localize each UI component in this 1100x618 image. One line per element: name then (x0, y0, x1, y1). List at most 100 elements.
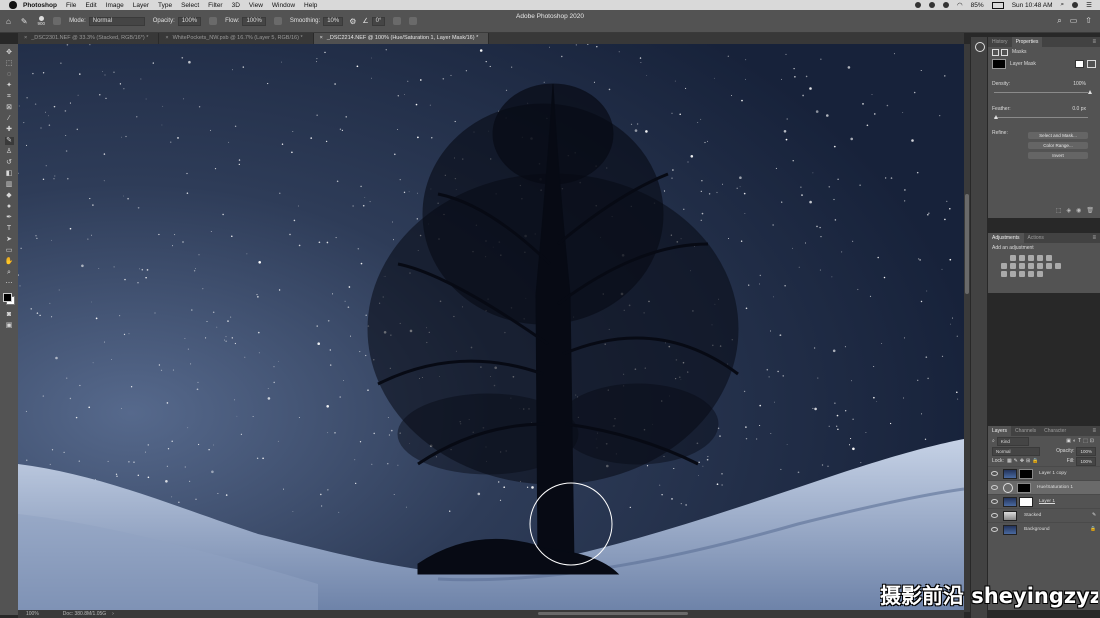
vertical-scrollbar[interactable] (964, 44, 970, 612)
menu-edit[interactable]: Edit (85, 2, 96, 9)
visibility-eye-icon[interactable] (991, 527, 998, 532)
dodge-tool-icon[interactable]: ● (5, 203, 14, 211)
color-balance-icon[interactable] (1010, 263, 1016, 269)
invert-icon[interactable] (1001, 271, 1007, 277)
foreground-color-swatch[interactable] (3, 293, 12, 302)
symmetry-icon[interactable] (409, 17, 418, 25)
layer-mask-thumbnail[interactable] (1019, 468, 1033, 479)
eyedropper-tool-icon[interactable]: ⁄ (5, 115, 14, 123)
filter-search-icon[interactable]: ⌕ (992, 438, 995, 444)
density-value[interactable]: 100% (1073, 81, 1086, 87)
stamp-tool-icon[interactable]: ♙ (5, 148, 14, 156)
home-icon[interactable]: ⌂ (6, 17, 11, 26)
layer-name[interactable]: Layer 1 copy (1039, 471, 1066, 476)
type-tool-icon[interactable]: T (5, 225, 14, 233)
control-icon[interactable]: ☰ (1086, 1, 1092, 9)
select-and-mask-button[interactable]: Select and Mask... (1028, 132, 1088, 139)
screen-mode-icon[interactable]: ▣ (5, 322, 14, 330)
scroll-thumb[interactable] (965, 194, 969, 294)
pressure-size-icon[interactable] (393, 17, 402, 25)
menu-type[interactable]: Type (158, 2, 172, 9)
color-lookup-icon[interactable] (1046, 263, 1052, 269)
blend-mode-select[interactable]: Normal (992, 446, 1040, 456)
panel-menu-icon[interactable]: ≡ (1092, 235, 1096, 241)
smoothing-field[interactable]: 10% (323, 16, 344, 26)
brush-tool-icon[interactable]: ✎ (21, 17, 28, 26)
status-icon-2[interactable] (929, 2, 935, 8)
shape-tool-icon[interactable]: ▭ (5, 247, 14, 255)
smoothing-gear-icon[interactable]: ⚙ (349, 17, 356, 26)
brush-tool-icon[interactable]: ✎ (4, 136, 14, 145)
layer-row[interactable]: Stacked ✎ (988, 508, 1100, 522)
clock[interactable]: Sun 10:48 AM (1012, 2, 1053, 9)
layer-name[interactable]: Background (1024, 527, 1050, 532)
curves-icon[interactable] (1028, 255, 1034, 261)
layer-name[interactable]: Stacked (1024, 513, 1041, 518)
search-icon[interactable]: ⌕ (1057, 16, 1061, 26)
tab-properties[interactable]: Properties (1011, 37, 1043, 47)
tab-layers[interactable]: Layers (988, 426, 1012, 436)
tab-adjustments[interactable]: Adjustments (988, 233, 1024, 243)
status-icon-1[interactable] (915, 2, 921, 8)
add-vector-mask-icon[interactable] (1087, 60, 1096, 68)
layer-row[interactable]: Layer 1 copy (988, 466, 1100, 480)
photo-filter-icon[interactable] (1028, 263, 1034, 269)
status-arrow-icon[interactable]: › (112, 611, 114, 617)
apply-mask-icon[interactable]: ◈ (1067, 207, 1072, 214)
spotlight-icon[interactable]: ⌕ (1061, 1, 1065, 9)
visibility-eye-icon[interactable] (991, 485, 998, 490)
document-canvas[interactable] (18, 44, 964, 612)
zoom-tool-icon[interactable]: ⌕ (5, 269, 14, 277)
menu-window[interactable]: Window (272, 2, 295, 9)
doc-tab-2[interactable]: × WhitePockets_NW.psb @ 16.7% (Layer 5, R… (159, 33, 314, 44)
gradient-tool-icon[interactable]: ▥ (5, 181, 14, 189)
selective-color-icon[interactable] (1037, 271, 1043, 277)
hue-sat-icon[interactable] (1001, 263, 1007, 269)
menu-layer[interactable]: Layer (133, 2, 149, 9)
layer-row[interactable]: Background 🔒 (988, 522, 1100, 536)
share-icon[interactable]: ⇧ (1085, 16, 1092, 26)
lock-icons[interactable]: ▦✎✥⊞🔒 (1007, 458, 1041, 464)
brush-settings-icon[interactable] (53, 17, 62, 25)
siri-icon[interactable] (1072, 2, 1079, 8)
layer-mask-thumbnail[interactable] (1019, 496, 1033, 507)
workspace-icon[interactable]: ▭ (1070, 16, 1078, 26)
panel-menu-icon[interactable]: ≡ (1092, 39, 1096, 45)
quick-mask-icon[interactable]: ◙ (5, 311, 14, 319)
layer-name[interactable]: Layer 1 (1039, 499, 1055, 504)
doc-size[interactable]: Doc: 380.8M/1.05G (63, 611, 106, 617)
trash-icon[interactable]: 🗑 (1086, 207, 1094, 214)
mode-select[interactable]: Normal (88, 16, 145, 26)
tab-character[interactable]: Character (1040, 426, 1070, 436)
pressure-opacity-icon[interactable] (209, 17, 218, 25)
exposure-icon[interactable] (1037, 255, 1043, 261)
healing-tool-icon[interactable]: ✚ (5, 126, 14, 134)
layer-mask-thumbnail[interactable] (1017, 482, 1031, 493)
frame-tool-icon[interactable]: ⊠ (5, 104, 14, 112)
zoom-level[interactable]: 100% (26, 611, 39, 617)
menu-app-name[interactable]: Photoshop (23, 2, 57, 9)
lasso-tool-icon[interactable]: ◌ (5, 71, 14, 79)
gradient-map-icon[interactable] (1028, 271, 1034, 277)
visibility-eye-icon[interactable] (991, 471, 998, 476)
pen-tool-icon[interactable]: ✒ (5, 214, 14, 222)
flow-field[interactable]: 100% (242, 16, 266, 26)
more-tools-icon[interactable]: ⋯ (5, 280, 14, 288)
tab-actions[interactable]: Actions (1024, 233, 1048, 243)
opacity-field[interactable]: 100% (177, 16, 202, 26)
horizontal-scrollbar[interactable] (538, 612, 688, 615)
vibrance-icon[interactable] (1046, 255, 1052, 261)
menu-help[interactable]: Help (304, 2, 317, 9)
color-range-button[interactable]: Color Range... (1028, 142, 1088, 149)
close-icon[interactable]: × (165, 35, 168, 41)
invert-button[interactable]: Invert (1028, 152, 1088, 159)
visibility-eye-icon[interactable] (991, 499, 998, 504)
density-knob[interactable] (1087, 90, 1092, 94)
apple-icon[interactable] (9, 1, 17, 9)
doc-tab-3[interactable]: × _DSC2214.NEF @ 100% (Hue/Saturation 1, … (313, 33, 490, 44)
filter-kind-select[interactable]: Kind (996, 436, 1029, 446)
select-pixel-mask-icon[interactable] (1075, 60, 1084, 68)
menu-filter[interactable]: Filter (208, 2, 222, 9)
threshold-icon[interactable] (1019, 271, 1025, 277)
history-icon[interactable] (975, 42, 985, 52)
